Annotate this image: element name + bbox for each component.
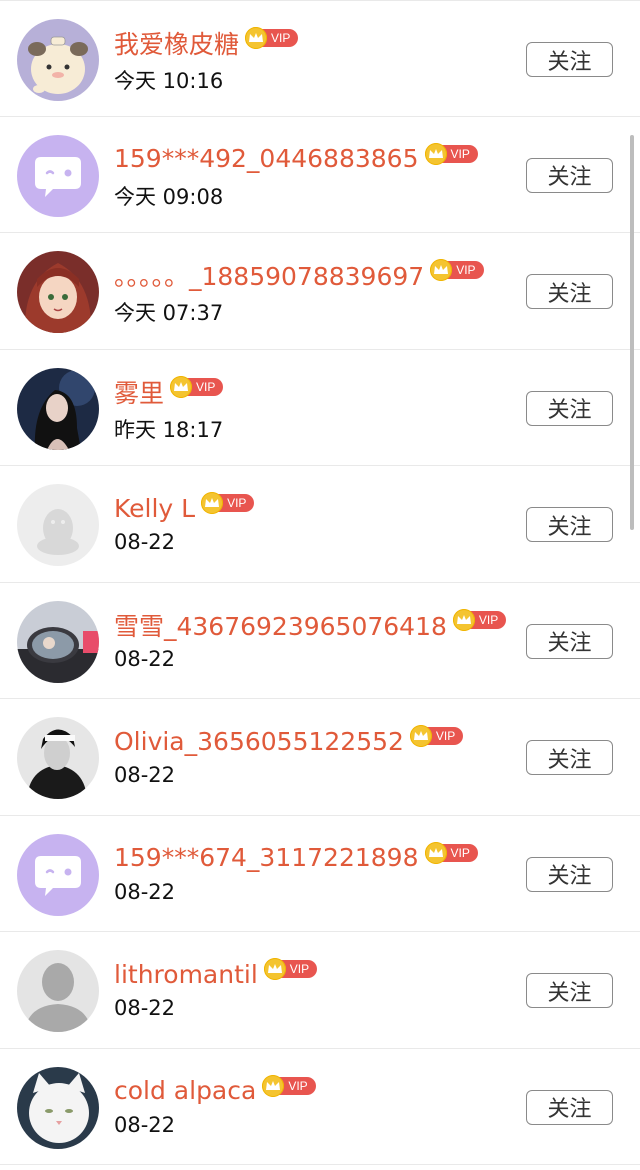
car-mirror-avatar[interactable] — [17, 600, 99, 683]
time-label: 08-22 — [114, 879, 176, 904]
user-name[interactable]: 159***492_0446883865 — [114, 144, 419, 173]
name-line: 我爱橡皮糖 VIP — [114, 25, 299, 61]
follow-button[interactable]: 关注 — [526, 507, 613, 542]
follow-button[interactable]: 关注 — [526, 973, 613, 1008]
user-name[interactable]: 。。。。。_18859078839697 — [114, 257, 424, 293]
name-line: 159***492_0446883865 VIP — [114, 141, 478, 177]
list-item[interactable]: lithromantil VIP 08-22 关注 — [0, 932, 640, 1049]
scrollbar[interactable] — [630, 135, 634, 530]
cartoon-bear-avatar[interactable] — [17, 19, 99, 101]
name-line: cold alpaca VIP — [114, 1073, 316, 1109]
list-item[interactable]: cold alpaca VIP 08-22 关注 — [0, 1049, 640, 1165]
follower-list: 我爱橡皮糖 VIP 今天 10:16 关注 159***492_04468838… — [0, 0, 640, 1165]
vip-badge: VIP — [430, 259, 484, 281]
penguin-default-avatar[interactable] — [17, 484, 99, 566]
crown-icon — [424, 841, 447, 864]
crown-icon — [409, 725, 432, 747]
crown-icon — [263, 958, 286, 980]
vip-badge: VIP — [409, 725, 464, 747]
user-name[interactable]: 我爱橡皮糖 — [114, 25, 239, 61]
gray-silhouette-avatar[interactable] — [17, 950, 99, 1032]
time-label: 今天 09:08 — [114, 184, 224, 209]
time-label: 08-22 — [114, 996, 176, 1020]
bw-portrait-avatar[interactable] — [17, 717, 99, 799]
user-name[interactable]: Kelly L — [114, 494, 195, 523]
user-name[interactable]: lithromantil — [114, 960, 258, 989]
crown-icon — [170, 375, 193, 398]
vip-badge: VIP — [263, 958, 318, 980]
list-item[interactable]: 雾里 VIP 昨天 18:17 关注 — [0, 350, 640, 466]
vip-badge: VIP — [170, 375, 224, 398]
time-label: 08-22 — [114, 1112, 176, 1137]
list-item[interactable]: 159***674_3117221898 VIP 08-22 关注 — [0, 816, 640, 932]
purple-default-avatar[interactable] — [17, 833, 99, 916]
time-label: 昨天 18:17 — [114, 417, 224, 442]
name-line: 159***674_3117221898 VIP — [114, 840, 478, 876]
vip-badge: VIP — [424, 841, 478, 864]
crown-icon — [452, 608, 475, 631]
time-label: 08-22 — [114, 763, 176, 787]
white-cat-avatar[interactable] — [17, 1066, 99, 1149]
list-item[interactable]: Olivia_3656055122552 VIP 08-22 关注 — [0, 699, 640, 816]
list-item[interactable]: 雪雪_43676923965076418 VIP 08-22 关注 — [0, 583, 640, 699]
vip-badge: VIP — [452, 608, 507, 631]
crown-icon — [262, 1074, 285, 1097]
follow-button[interactable]: 关注 — [526, 623, 613, 659]
time-label: 今天 10:16 — [114, 69, 224, 93]
user-name[interactable]: Olivia_3656055122552 — [114, 727, 404, 756]
time-label: 08-22 — [114, 646, 176, 671]
list-item[interactable]: 我爱橡皮糖 VIP 今天 10:16 关注 — [0, 0, 640, 117]
vip-badge: VIP — [245, 27, 299, 49]
user-name[interactable]: 雾里 — [114, 374, 164, 410]
name-line: lithromantil VIP — [114, 956, 318, 992]
anime-girl-avatar[interactable] — [17, 251, 99, 333]
follow-button[interactable]: 关注 — [526, 856, 613, 892]
photo-girl-avatar[interactable] — [17, 367, 99, 450]
vip-badge: VIP — [262, 1074, 316, 1097]
list-item[interactable]: 。。。。。_18859078839697 VIP 今天 07:37 关注 — [0, 233, 640, 350]
vip-badge: VIP — [424, 142, 478, 165]
follow-button[interactable]: 关注 — [526, 740, 613, 775]
follow-button[interactable]: 关注 — [526, 157, 613, 193]
time-label: 今天 07:37 — [114, 301, 224, 325]
name-line: 雪雪_43676923965076418 VIP — [114, 607, 507, 643]
user-name[interactable]: 159***674_3117221898 — [114, 843, 419, 872]
time-label: 08-22 — [114, 530, 176, 554]
list-item[interactable]: Kelly L VIP 08-22 关注 — [0, 466, 640, 583]
name-line: 雾里 VIP — [114, 374, 224, 410]
follow-button[interactable]: 关注 — [526, 42, 613, 77]
name-line: Olivia_3656055122552 VIP — [114, 723, 464, 759]
follow-button[interactable]: 关注 — [526, 1089, 613, 1125]
crown-icon — [201, 492, 224, 514]
purple-default-avatar[interactable] — [17, 134, 99, 217]
name-line: 。。。。。_18859078839697 VIP — [114, 257, 484, 293]
name-line: Kelly L VIP — [114, 490, 255, 526]
user-name[interactable]: 雪雪_43676923965076418 — [114, 607, 447, 643]
vip-badge: VIP — [201, 492, 255, 514]
crown-icon — [424, 142, 447, 165]
crown-icon — [245, 27, 268, 49]
follow-button[interactable]: 关注 — [526, 274, 613, 309]
user-name[interactable]: cold alpaca — [114, 1076, 256, 1105]
follow-button[interactable]: 关注 — [526, 390, 613, 426]
list-item[interactable]: 159***492_0446883865 VIP 今天 09:08 关注 — [0, 117, 640, 233]
